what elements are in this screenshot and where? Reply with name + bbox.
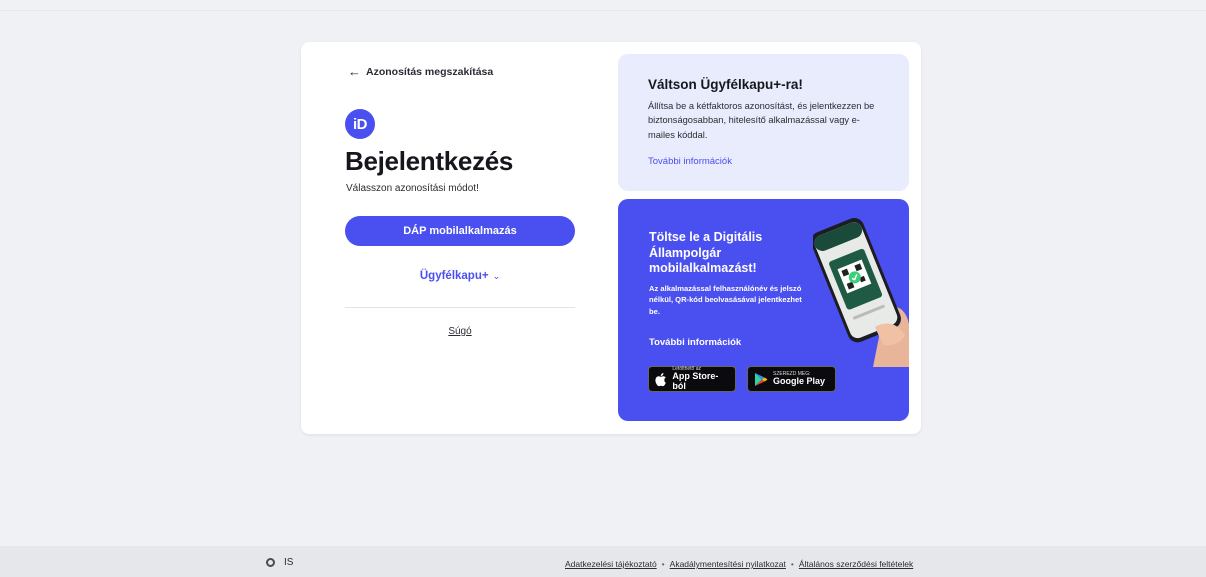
app-store-big: App Store-ból: [672, 371, 719, 391]
app-store-badge[interactable]: Letölthető az App Store-ból: [648, 366, 736, 392]
upgrade-title: Váltson Ügyfélkapu+-ra!: [648, 77, 803, 92]
footer-links: Adatkezelési tájékoztató • Akadálymentesít…: [565, 559, 913, 569]
privacy-link[interactable]: Adatkezelési tájékoztató: [565, 559, 657, 569]
help-link[interactable]: Súgó: [345, 326, 575, 337]
globe-icon: [266, 558, 275, 567]
login-form: ← Azonosítás megszakítása iD Bejelentkez…: [301, 42, 611, 434]
app-text: Az alkalmazással felhasználónév és jelsz…: [649, 284, 802, 316]
app-panel: Töltse le a Digitális Állampolgár mobila…: [618, 199, 909, 421]
footer: IS Adatkezelési tájékoztató • Akadálymente…: [0, 546, 1206, 577]
upgrade-more-link[interactable]: További információk: [648, 156, 879, 167]
language-label: IS: [284, 557, 294, 568]
apple-icon: [655, 372, 666, 386]
google-play-icon: [755, 372, 768, 386]
google-play-badge[interactable]: SZEREZD MEG: Google Play: [747, 366, 836, 392]
app-more-link[interactable]: További információk: [649, 337, 741, 348]
ugyfelkapu-label: Ügyfélkapu+: [419, 270, 489, 282]
dap-app-button[interactable]: DÁP mobilalkalmazás: [345, 216, 575, 246]
chevron-down-icon: ⌄: [492, 271, 501, 281]
top-divider: [0, 10, 1206, 11]
upgrade-panel: Váltson Ügyfélkapu+-ra! Állítsa be a két…: [618, 54, 909, 191]
divider: [345, 307, 575, 308]
app-title: Töltse le a Digitális Állampolgár mobila…: [649, 230, 763, 276]
accessibility-link[interactable]: Akadálymentesítési nyilatkozat: [670, 559, 786, 569]
language-switch[interactable]: IS: [266, 557, 293, 568]
id-logo: iD: [345, 109, 375, 139]
phone-qr-illustration: [813, 217, 909, 367]
cancel-auth-label: Azonosítás megszakítása: [366, 65, 494, 78]
separator: •: [661, 559, 665, 569]
separator: •: [790, 559, 794, 569]
ugyfelkapu-dropdown[interactable]: Ügyfélkapu+ ⌄: [345, 270, 575, 282]
arrow-left-icon: ←: [348, 64, 361, 79]
login-card: ← Azonosítás megszakítása iD Bejelentkez…: [301, 42, 921, 434]
page-subtitle: Válasszon azonosítási módot!: [346, 183, 479, 194]
google-play-big: Google Play: [773, 375, 826, 386]
terms-link[interactable]: Általános szerződési feltételek: [799, 559, 913, 569]
page-title: Bejelentkezés: [345, 146, 514, 176]
upgrade-text: Állítsa be a kétfaktoros azonosítást, és…: [648, 101, 875, 140]
cancel-auth-link[interactable]: ← Azonosítás megszakítása: [348, 64, 493, 79]
